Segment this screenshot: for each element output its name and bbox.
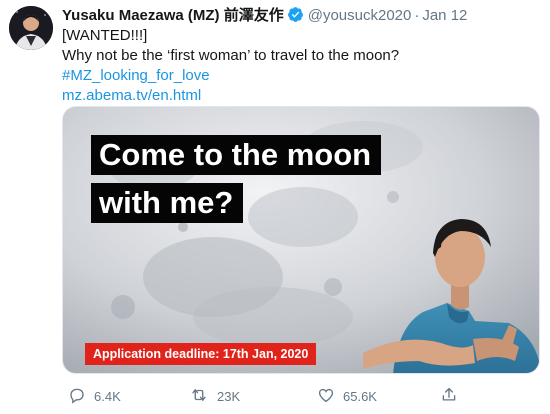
reply-count: 6.4K [94, 388, 121, 404]
share-button[interactable] [440, 384, 466, 408]
tweet-date[interactable]: Jan 12 [422, 7, 467, 24]
media-headline-line2: with me? [91, 183, 244, 223]
retweet-icon [189, 386, 217, 407]
tweet-text-line: Why not be the ‘first woman’ to travel t… [62, 47, 400, 64]
retweet-count: 23K [217, 388, 241, 404]
media-headline-line1: Come to the moon [91, 135, 382, 175]
media-deadline-banner: Application deadline: 17th Jan, 2020 [85, 343, 317, 365]
separator-dot: · [414, 7, 420, 24]
hashtag-link[interactable]: #MZ_looking_for_love [62, 67, 210, 84]
tweet-text: [WANTED!!!] Why not be the ‘first woman’… [62, 26, 542, 106]
tweet: Yusaku Maezawa (MZ) 前澤友作 @yousuck2020 · Jan… [0, 0, 550, 414]
tweet-header: Yusaku Maezawa (MZ) 前澤友作 @yousuck2020 · Jan… [62, 6, 467, 26]
display-name[interactable]: Yusaku Maezawa (MZ) 前澤友作 [62, 7, 284, 24]
heart-icon [317, 386, 343, 407]
url-link[interactable]: mz.abema.tv/en.html [62, 87, 201, 104]
tweet-actions: 6.4K 23K 65.6K [62, 384, 542, 408]
avatar[interactable] [9, 6, 53, 50]
reply-icon [68, 386, 94, 407]
share-icon [440, 386, 466, 407]
user-handle[interactable]: @yousuck2020 [308, 7, 412, 24]
like-count: 65.6K [343, 388, 377, 404]
retweet-button[interactable]: 23K [189, 384, 240, 408]
tweet-media-image[interactable]: Come to the moon with me? Application de… [62, 106, 540, 374]
like-button[interactable]: 65.6K [317, 384, 377, 408]
tweet-text-line: [WANTED!!!] [62, 27, 148, 44]
reply-button[interactable]: 6.4K [68, 384, 121, 408]
